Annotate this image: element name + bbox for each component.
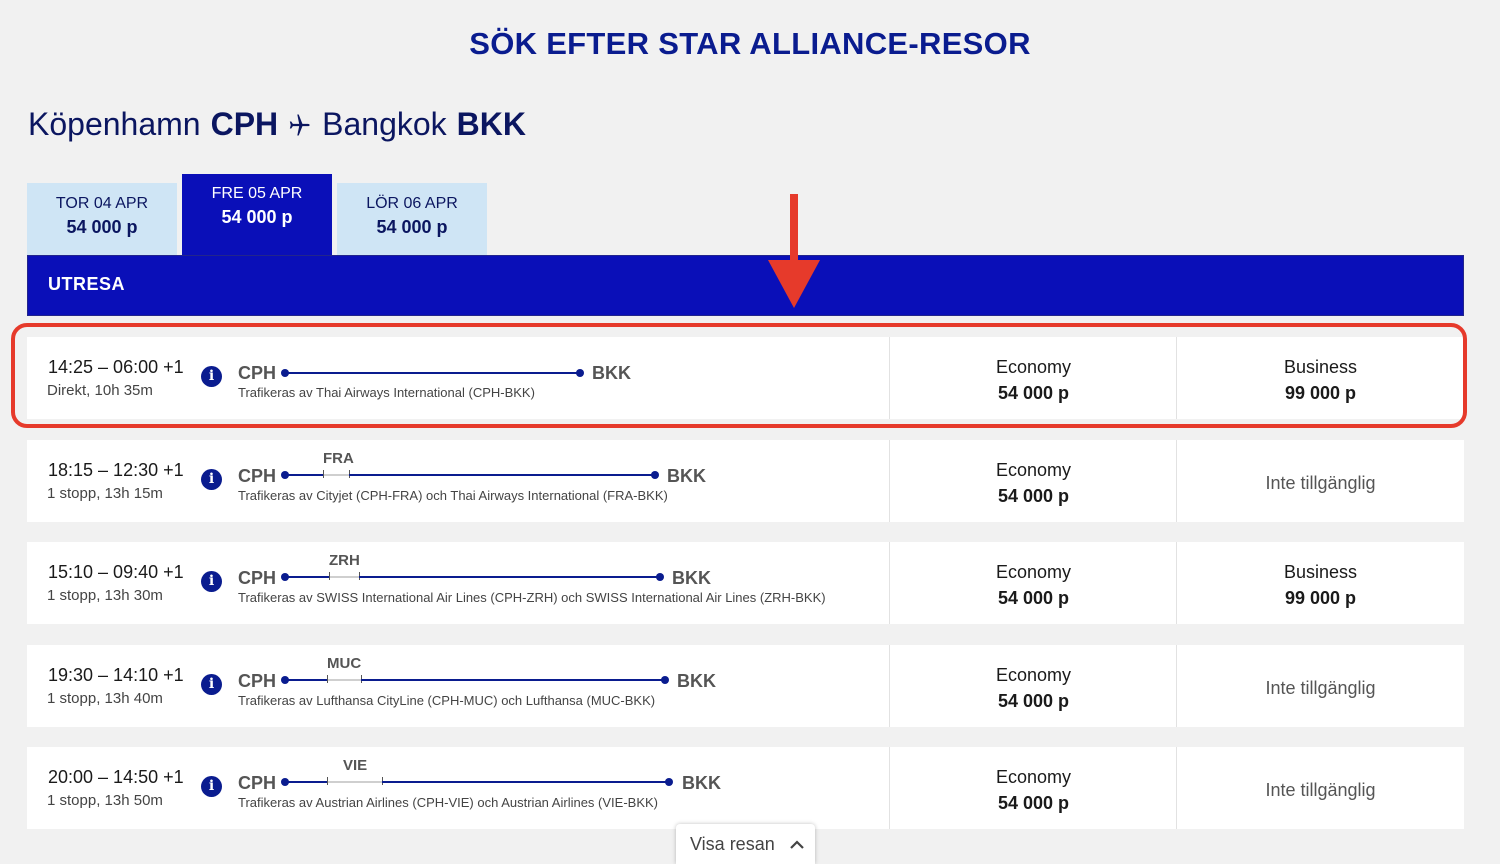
layover-gap	[327, 679, 361, 681]
operator-text: Trafikeras av Lufthansa CityLine (CPH-MU…	[238, 693, 656, 708]
origin-city: Köpenhamn	[28, 106, 201, 142]
via-code: VIE	[343, 757, 368, 774]
fare-price: 54 000 p	[997, 691, 1070, 711]
layover-gap	[329, 576, 359, 578]
destination-dot	[656, 573, 664, 581]
destination-city: Bangkok	[322, 106, 447, 142]
layover-gap	[327, 781, 382, 783]
date-tab-thu[interactable]: TOR 04 APR 54 000 p	[27, 183, 177, 255]
section-header-outbound: UTRESA	[27, 255, 1464, 316]
destination-dot	[661, 676, 669, 684]
layover-tick	[327, 777, 328, 785]
operator-text: Trafikeras av SWISS International Air Li…	[238, 590, 826, 605]
info-icon[interactable]: i	[201, 571, 222, 592]
destination-code: BKK	[456, 106, 526, 142]
business-fare: Inte tillgänglig	[1176, 440, 1464, 522]
economy-fare[interactable]: Economy 54 000 p	[889, 747, 1177, 829]
tab-date: FRE 05 APR	[211, 185, 303, 202]
economy-fare[interactable]: Economy 54 000 p	[889, 645, 1177, 727]
route-line	[359, 576, 658, 578]
economy-fare[interactable]: Economy 54 000 p	[889, 542, 1177, 624]
origin-code: CPH	[238, 568, 277, 588]
business-fare: Inte tillgänglig	[1176, 747, 1464, 829]
operator-text: Trafikeras av Cityjet (CPH-FRA) och Thai…	[238, 488, 668, 503]
fare-price: 54 000 p	[997, 588, 1070, 608]
fare-price: 99 000 p	[1284, 588, 1357, 608]
origin-code: CPH	[238, 671, 277, 691]
annotation-highlight-box	[11, 323, 1467, 428]
flight-time: 19:30 – 14:10 +1	[48, 665, 184, 685]
chevron-up-icon	[789, 840, 804, 850]
flight-time: 15:10 – 09:40 +1	[48, 562, 184, 582]
business-fare: Inte tillgänglig	[1176, 645, 1464, 727]
economy-fare[interactable]: Economy 54 000 p	[889, 440, 1177, 522]
flight-stops: 1 stopp, 13h 30m	[47, 587, 163, 604]
flight-row[interactable]: 20:00 – 14:50 +1 1 stopp, 13h 50m i CPH …	[27, 747, 1464, 829]
tab-price: 54 000 p	[66, 217, 138, 237]
annotation-arrow	[768, 194, 820, 308]
layover-tick	[327, 675, 328, 683]
fare-price: 54 000 p	[997, 486, 1070, 506]
origin-code: CPH	[238, 773, 277, 793]
origin-code: CPH	[238, 466, 277, 486]
via-code: MUC	[327, 655, 362, 672]
flight-stops: 1 stopp, 13h 50m	[47, 792, 163, 809]
tab-date: LÖR 06 APR	[366, 195, 458, 212]
show-trip-button[interactable]: Visa resan	[676, 824, 815, 864]
route-line	[382, 781, 668, 783]
airplane-icon	[289, 114, 310, 135]
info-icon[interactable]: i	[201, 776, 222, 797]
date-tab-sat[interactable]: LÖR 06 APR 54 000 p	[337, 183, 487, 255]
fare-class: Economy	[995, 665, 1072, 685]
destination-code: BKK	[682, 773, 721, 793]
route-line	[361, 679, 663, 681]
date-tab-fri[interactable]: FRE 05 APR 54 000 p	[182, 174, 332, 256]
fare-unavailable: Inte tillgänglig	[1265, 678, 1376, 698]
destination-code: BKK	[667, 466, 706, 486]
fare-unavailable: Inte tillgänglig	[1265, 473, 1376, 493]
info-icon[interactable]: i	[201, 674, 222, 695]
info-icon[interactable]: i	[201, 469, 222, 490]
flight-row[interactable]: 18:15 – 12:30 +1 1 stopp, 13h 15m i CPH …	[27, 440, 1464, 522]
via-code: ZRH	[329, 552, 360, 569]
flight-row[interactable]: 19:30 – 14:10 +1 1 stopp, 13h 40m i CPH …	[27, 645, 1464, 727]
business-fare[interactable]: Business 99 000 p	[1176, 542, 1464, 624]
route-line	[285, 474, 323, 476]
fare-unavailable: Inte tillgänglig	[1265, 780, 1376, 800]
destination-dot	[651, 471, 659, 479]
operator-text: Trafikeras av Austrian Airlines (CPH-VIE…	[238, 795, 658, 810]
fare-class: Economy	[995, 562, 1072, 582]
tab-date: TOR 04 APR	[55, 195, 149, 212]
page-title: SÖK EFTER STAR ALLIANCE-RESOR	[469, 26, 1031, 61]
flight-time: 20:00 – 14:50 +1	[48, 767, 184, 787]
flight-time: 18:15 – 12:30 +1	[48, 460, 184, 480]
flight-stops: 1 stopp, 13h 40m	[47, 690, 163, 707]
tab-price: 54 000 p	[221, 207, 293, 227]
fare-class: Business	[1283, 562, 1358, 582]
route-line	[285, 576, 329, 578]
fare-price: 54 000 p	[997, 793, 1070, 813]
layover-tick	[323, 470, 324, 478]
route-line	[285, 781, 327, 783]
layover-gap	[323, 474, 349, 476]
flight-stops: 1 stopp, 13h 15m	[47, 485, 163, 502]
tab-price: 54 000 p	[376, 217, 448, 237]
route-line	[285, 679, 327, 681]
destination-code: BKK	[672, 568, 711, 588]
route-line	[349, 474, 653, 476]
route-header: Köpenhamn CPH Bangkok BKK	[28, 106, 526, 143]
show-trip-label: Visa resan	[690, 834, 775, 854]
destination-dot	[665, 778, 673, 786]
fare-class: Economy	[995, 767, 1072, 787]
flight-row[interactable]: 15:10 – 09:40 +1 1 stopp, 13h 30m i CPH …	[27, 542, 1464, 624]
via-code: FRA	[323, 450, 354, 467]
destination-code: BKK	[677, 671, 716, 691]
layover-tick	[329, 572, 330, 580]
fare-class: Economy	[995, 460, 1072, 480]
origin-code: CPH	[210, 106, 279, 142]
